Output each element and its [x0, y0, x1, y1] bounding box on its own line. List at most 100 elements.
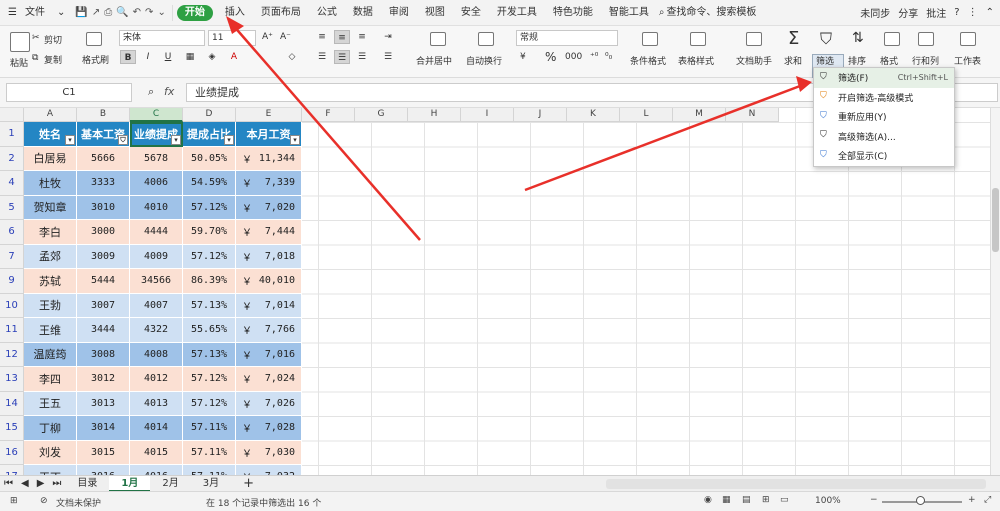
table-cell[interactable]: 白居易: [24, 146, 77, 171]
table-cell[interactable]: ￥ 7,020: [236, 195, 302, 220]
row-header[interactable]: 5: [0, 195, 24, 220]
column-header-b[interactable]: B: [77, 108, 130, 122]
eye-protection-icon[interactable]: ◉: [704, 495, 712, 505]
wrap-text-icon[interactable]: [478, 32, 494, 46]
table-cell[interactable]: 3000: [77, 220, 130, 245]
table-cell[interactable]: 3009: [77, 244, 130, 269]
merge-center-button[interactable]: 合并居中: [416, 54, 452, 67]
row-header[interactable]: 10: [0, 293, 24, 318]
filter-button[interactable]: 筛选: [816, 54, 834, 67]
zoom-in-icon[interactable]: +: [968, 495, 976, 505]
doc-helper-icon[interactable]: [746, 32, 762, 46]
macro-icon[interactable]: ⊞: [10, 496, 18, 506]
table-cell[interactable]: 57.11%: [183, 416, 236, 441]
table-cell[interactable]: 57.12%: [183, 391, 236, 416]
table-cell[interactable]: 34566: [130, 269, 183, 294]
table-cell[interactable]: 4322: [130, 318, 183, 343]
table-cell[interactable]: 丁柳: [24, 416, 77, 441]
align-middle-icon[interactable]: ≡: [334, 30, 350, 44]
justify-icon[interactable]: ☰: [380, 50, 396, 64]
table-cell[interactable]: 苏轼: [24, 269, 77, 294]
column-header-l[interactable]: L: [620, 108, 673, 122]
table-cell[interactable]: 刘发: [24, 440, 77, 465]
more-icon[interactable]: ⌄: [157, 7, 165, 18]
table-cell[interactable]: 54.59%: [183, 171, 236, 196]
row-header[interactable]: 7: [0, 244, 24, 269]
table-cell[interactable]: ￥ 7,444: [236, 220, 302, 245]
table-cell[interactable]: 4008: [130, 342, 183, 367]
tab-review[interactable]: 审阅: [381, 0, 417, 25]
table-cell[interactable]: 4444: [130, 220, 183, 245]
font-color-icon[interactable]: A: [226, 50, 242, 64]
merge-center-icon[interactable]: [430, 32, 446, 46]
sheet-tab-mar[interactable]: 3月: [191, 476, 231, 492]
table-cell[interactable]: 4013: [130, 391, 183, 416]
sheet-button[interactable]: 工作表: [954, 54, 981, 67]
table-cell[interactable]: 86.39%: [183, 269, 236, 294]
file-dropdown-icon[interactable]: ⌄: [53, 0, 69, 25]
doc-helper-button[interactable]: 文档助手: [736, 54, 772, 67]
table-cell[interactable]: ￥ 7,018: [236, 244, 302, 269]
zoom-formula-icon[interactable]: ⌕: [148, 85, 154, 99]
add-sheet-button[interactable]: +: [231, 476, 266, 492]
table-cell[interactable]: 温庭筠: [24, 342, 77, 367]
column-header-c[interactable]: C: [130, 108, 183, 122]
table-cell[interactable]: 4015: [130, 440, 183, 465]
row-header[interactable]: 15: [0, 416, 24, 441]
fill-color-icon[interactable]: ◈: [204, 50, 220, 64]
underline-button[interactable]: U: [160, 50, 176, 64]
table-cell[interactable]: 4016: [130, 465, 183, 475]
table-cell[interactable]: 3016: [77, 465, 130, 475]
column-header-h[interactable]: H: [408, 108, 461, 122]
table-cell[interactable]: 李白: [24, 220, 77, 245]
preview-icon[interactable]: 🔍: [116, 7, 128, 18]
percent-button[interactable]: %: [545, 50, 556, 64]
row-header[interactable]: 13: [0, 367, 24, 392]
header-cell[interactable]: 本月工资 ▾: [236, 122, 302, 147]
row-header[interactable]: 14: [0, 391, 24, 416]
clear-format-icon[interactable]: ◇: [284, 50, 300, 64]
rowcol-button[interactable]: 行和列: [912, 54, 939, 67]
conditional-format-icon[interactable]: [642, 32, 658, 46]
table-cell[interactable]: 4010: [130, 195, 183, 220]
filter-dropdown-icon[interactable]: ▾: [224, 134, 234, 145]
first-sheet-icon[interactable]: ⏮: [0, 478, 17, 489]
column-header-g[interactable]: G: [355, 108, 408, 122]
column-header-n[interactable]: N: [726, 108, 779, 122]
table-cell[interactable]: 3010: [77, 195, 130, 220]
zoom-level[interactable]: 100%: [815, 496, 841, 506]
row-header[interactable]: 9: [0, 269, 24, 294]
page-break-view-icon[interactable]: ⊞: [762, 495, 770, 505]
column-header-a[interactable]: A: [24, 108, 77, 122]
vertical-scroll-thumb[interactable]: [992, 188, 999, 252]
table-cell[interactable]: 贺知章: [24, 195, 77, 220]
select-all-corner[interactable]: [0, 108, 24, 122]
column-header-k[interactable]: K: [567, 108, 620, 122]
tab-home[interactable]: 开始: [176, 4, 213, 21]
table-cell[interactable]: 4012: [130, 367, 183, 392]
table-cell[interactable]: ￥ 7,766: [236, 318, 302, 343]
tab-security[interactable]: 安全: [453, 0, 489, 25]
table-style-icon[interactable]: [690, 32, 706, 46]
table-cell[interactable]: 3014: [77, 416, 130, 441]
filter-menu-item-filter[interactable]: ⛉ 筛选(F) Ctrl+Shift+L: [814, 68, 954, 88]
table-cell[interactable]: 3013: [77, 391, 130, 416]
table-style-button[interactable]: 表格样式: [678, 54, 714, 67]
filter-menu-item-advanced[interactable]: ⛉ 高级筛选(A)...: [814, 127, 954, 147]
align-right-icon[interactable]: ☰: [354, 50, 370, 64]
decrease-decimal-icon[interactable]: ⁰₀: [605, 52, 612, 62]
table-cell[interactable]: 3008: [77, 342, 130, 367]
table-cell[interactable]: 3444: [77, 318, 130, 343]
table-cell[interactable]: 4006: [130, 171, 183, 196]
row-header[interactable]: 12: [0, 342, 24, 367]
export-icon[interactable]: ↗: [92, 7, 100, 18]
vertical-scrollbar[interactable]: [990, 108, 1000, 475]
column-header-e[interactable]: E: [236, 108, 302, 122]
fit-window-icon[interactable]: ⤢: [984, 495, 991, 505]
table-cell[interactable]: 3015: [77, 440, 130, 465]
table-cell[interactable]: 57.12%: [183, 367, 236, 392]
border-icon[interactable]: ▦: [182, 50, 198, 64]
table-cell[interactable]: 王维: [24, 318, 77, 343]
align-top-icon[interactable]: ≡: [314, 30, 330, 44]
sheet-tab-index[interactable]: 目录: [65, 476, 109, 492]
